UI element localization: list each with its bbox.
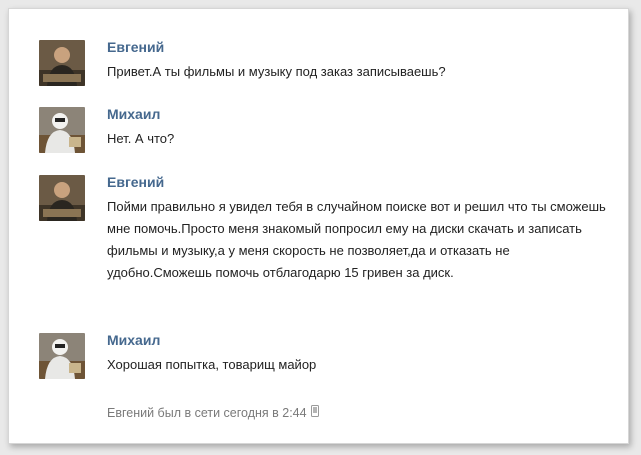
message-author[interactable]: Евгений xyxy=(107,174,164,190)
avatar-evgeny[interactable] xyxy=(39,40,85,86)
avatar-evgeny[interactable] xyxy=(39,175,85,221)
chat-window: Евгений Привет.А ты фильмы и музыку под … xyxy=(8,8,629,444)
online-status-text: Евгений был в сети сегодня в 2:44 xyxy=(107,405,307,420)
message-text: Пойми правильно я увидел тебя в случайно… xyxy=(107,199,606,280)
message-author[interactable]: Михаил xyxy=(107,332,160,348)
online-status: Евгений был в сети сегодня в 2:44 xyxy=(107,405,319,420)
avatar-mikhail[interactable] xyxy=(39,107,85,153)
mobile-phone-icon xyxy=(310,405,319,420)
message-text: Хорошая попытка, товарищ майор xyxy=(107,357,317,372)
avatar-mikhail[interactable] xyxy=(39,333,85,379)
message-author[interactable]: Михаил xyxy=(107,106,160,122)
message-text: Нет. А что? xyxy=(107,131,175,146)
message-author[interactable]: Евгений xyxy=(107,39,164,55)
message-text: Привет.А ты фильмы и музыку под заказ за… xyxy=(107,64,446,79)
